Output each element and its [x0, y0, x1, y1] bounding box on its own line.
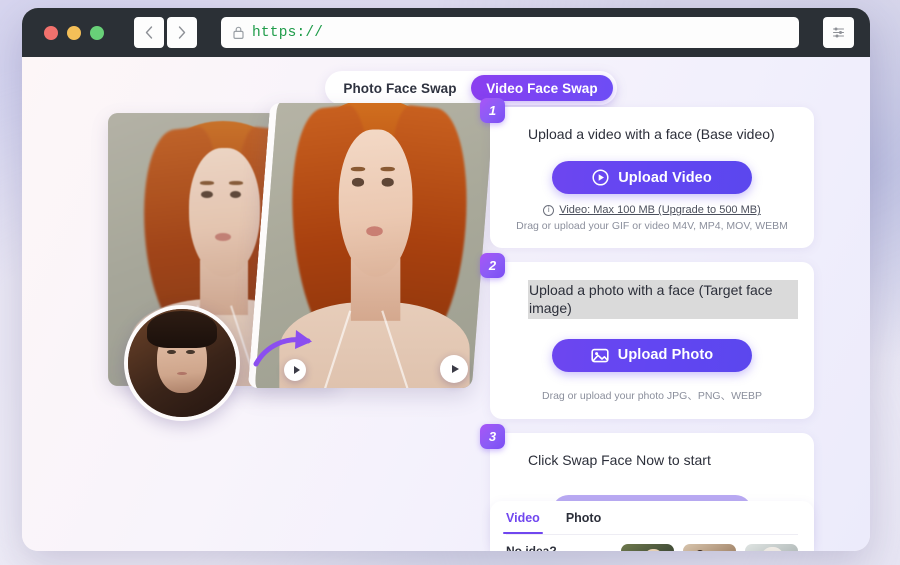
- gallery-text: No idea? Try these videos.: [506, 544, 611, 551]
- steps-panel: 1 Upload a video with a face (Base video…: [480, 98, 814, 551]
- gallery-row: No idea? Try these videos.: [506, 535, 798, 551]
- play-circle-icon: [592, 169, 609, 186]
- after-play-button[interactable]: [440, 355, 468, 383]
- gallery-thumbnails: [621, 544, 798, 551]
- browser-window: https:// Photo Face Swap Video Face Swap…: [22, 8, 870, 551]
- step-title-3: Click Swap Face Now to start: [528, 451, 711, 468]
- gallery-heading: No idea?: [506, 544, 557, 551]
- window-traffic-lights: [36, 25, 118, 40]
- lock-icon: [233, 26, 244, 39]
- upload-photo-label: Upload Photo: [617, 347, 714, 364]
- upload-video-button[interactable]: Upload Video: [552, 161, 752, 195]
- video-formats-hint: Drag or upload your GIF or video M4V, MP…: [516, 220, 788, 233]
- chevron-left-icon: [145, 26, 153, 39]
- maximize-window-button[interactable]: [90, 25, 104, 40]
- step-number-badge-1: 1: [480, 98, 505, 123]
- minimize-window-button[interactable]: [67, 25, 81, 40]
- image-icon: [591, 348, 609, 362]
- close-window-button[interactable]: [44, 25, 58, 40]
- demo-preview: [84, 103, 495, 421]
- upload-video-label: Upload Video: [618, 169, 712, 186]
- gallery-thumbnail-1[interactable]: [621, 544, 674, 551]
- browser-titlebar: https://: [22, 8, 870, 57]
- video-size-link[interactable]: i Video: Max 100 MB (Upgrade to 500 MB): [506, 204, 798, 216]
- photo-formats-hint: Drag or upload your photo JPG、PNG、WEBP: [541, 389, 762, 402]
- gallery-thumbnail-3[interactable]: [745, 544, 798, 551]
- gallery-tab-video[interactable]: Video: [503, 501, 543, 534]
- forward-button[interactable]: [167, 17, 197, 48]
- back-button[interactable]: [134, 17, 164, 48]
- step-card-2: 2 Upload a photo with a face (Target fac…: [480, 253, 814, 419]
- step-number-badge-2: 2: [480, 253, 505, 279]
- step-card-1: 1 Upload a video with a face (Base video…: [480, 98, 814, 249]
- step-number-badge-3: 3: [480, 423, 505, 449]
- url-text: https://: [252, 24, 324, 41]
- address-bar[interactable]: https://: [221, 17, 799, 48]
- sample-gallery: Video Photo No idea? Try these videos.: [490, 501, 814, 551]
- mode-tab-switcher: Photo Face Swap Video Face Swap: [325, 71, 617, 105]
- navigation-buttons: [134, 17, 197, 48]
- step-title-1: Upload a video with a face (Base video): [528, 126, 775, 142]
- upload-photo-button[interactable]: Upload Photo: [552, 338, 752, 372]
- gallery-tab-photo[interactable]: Photo: [566, 501, 601, 534]
- tab-photo-face-swap[interactable]: Photo Face Swap: [329, 75, 471, 101]
- info-icon: i: [543, 204, 555, 216]
- sliders-icon: [832, 27, 845, 38]
- gallery-tabs: Video Photo: [503, 501, 798, 535]
- gallery-thumbnail-2[interactable]: [683, 544, 736, 551]
- chevron-right-icon: [178, 26, 186, 39]
- page-content: Photo Face Swap Video Face Swap 1 Upload…: [22, 57, 870, 551]
- step-title-2: Upload a photo with a face (Target face …: [528, 280, 798, 319]
- target-face-avatar[interactable]: [124, 305, 240, 421]
- browser-menu-button[interactable]: [823, 17, 854, 48]
- curved-arrow-icon: [253, 330, 312, 367]
- video-size-link-text: Video: Max 100 MB (Upgrade to 500 MB): [559, 204, 761, 217]
